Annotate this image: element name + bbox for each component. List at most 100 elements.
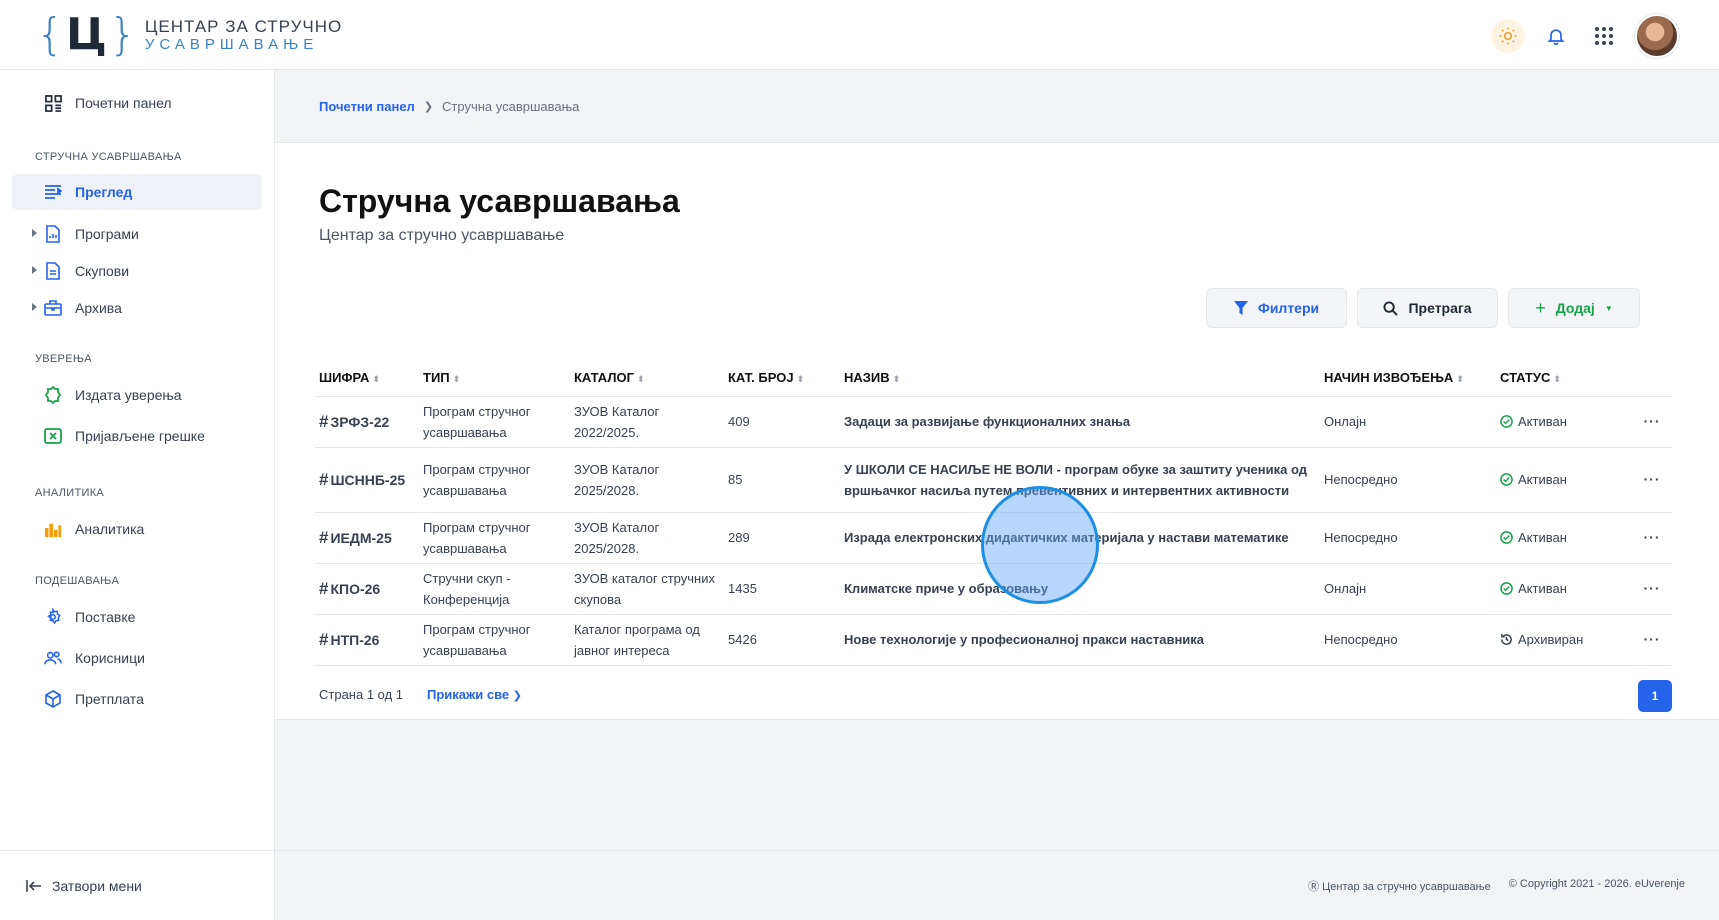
sort-icon: ⬍ xyxy=(1553,373,1561,384)
row-title-link[interactable]: У ШКОЛИ СЕ НАСИЉЕ НЕ ВОЛИ - програм обук… xyxy=(840,447,1320,513)
document-chart-icon xyxy=(44,225,62,243)
sidebar-item-issued-certificates[interactable]: Издата уверења xyxy=(12,377,262,413)
collapse-arrow-icon xyxy=(26,879,42,893)
column-header[interactable]: ШИФРА ⬍ xyxy=(315,359,419,397)
table-row[interactable]: # ЗРФЗ-22 Програм стручног усавршавања ЗУОВ… xyxy=(315,396,1672,448)
logo-line2: УСАВРШАВАЊЕ xyxy=(144,36,319,53)
registered-icon: Ⓡ xyxy=(1308,881,1320,893)
row-status: Архивиран xyxy=(1496,614,1632,666)
table-row[interactable]: # НТП-26 Програм стручног усавршавања Катал… xyxy=(315,614,1672,666)
sidebar-item-analytics[interactable]: Аналитика xyxy=(12,511,262,547)
avatar[interactable] xyxy=(1635,14,1679,58)
column-header[interactable]: КАТ. БРОЈ ⬍ xyxy=(724,359,840,397)
archive-box-icon xyxy=(44,299,62,317)
footer-org[interactable]: Ⓡ Центар за стручно усавршавање xyxy=(1308,878,1491,894)
column-header[interactable]: КАТАЛОГ ⬍ xyxy=(570,359,724,397)
row-title-link[interactable]: Нове технологије у професионалној пракси… xyxy=(840,614,1320,666)
row-code: # ЗРФЗ-22 xyxy=(315,396,419,448)
row-type: Програм стручног усавршавања xyxy=(419,396,570,448)
row-code: # ИЕДМ-25 xyxy=(315,512,419,564)
row-actions-menu-icon[interactable]: ··· xyxy=(1632,447,1672,513)
page-title: Стручна усавршавања xyxy=(319,183,680,219)
row-actions-menu-icon[interactable]: ··· xyxy=(1632,614,1672,666)
users-icon xyxy=(44,649,62,667)
table-row[interactable]: # ИЕДМ-25 Програм стручног усавршавања ЗУОВ… xyxy=(315,512,1672,564)
filters-button[interactable]: Филтери xyxy=(1206,288,1347,328)
row-title-link[interactable]: Израда електронских дидактичких материја… xyxy=(840,512,1320,564)
row-code: # КПО-26 xyxy=(315,563,419,615)
error-report-icon xyxy=(44,427,62,445)
add-button[interactable]: + Додај ▼ xyxy=(1508,288,1640,328)
column-header[interactable]: НАЧИН ИЗВОЂЕЊА ⬍ xyxy=(1320,359,1496,397)
main-content: Стручна усавршавања Центар за стручно ус… xyxy=(275,143,1719,720)
row-catalog-number: 85 xyxy=(724,447,840,513)
dashboard-icon xyxy=(44,94,62,112)
row-status: Активан xyxy=(1496,512,1632,564)
column-header[interactable]: СТАТУС ⬍ xyxy=(1496,359,1632,397)
sidebar-item-programs[interactable]: Програми xyxy=(12,216,262,252)
show-all-link[interactable]: Прикажи све ❯ xyxy=(427,687,522,702)
plus-icon: + xyxy=(1535,297,1546,318)
sidebar-item-dashboard[interactable]: Почетни панел xyxy=(12,85,262,121)
top-bar: {Ц} ЦЕНТАР ЗА СТРУЧНО УСАВРШАВАЊЕ xyxy=(0,0,1719,70)
row-catalog-number: 289 xyxy=(724,512,840,564)
sidebar-item-subscription[interactable]: Претплата xyxy=(12,681,262,717)
expand-caret-icon[interactable] xyxy=(32,303,37,311)
row-mode: Онлајн xyxy=(1320,396,1496,448)
section-title: СТРУЧНА УСАВРШАВАЊА xyxy=(35,151,182,163)
expand-caret-icon[interactable] xyxy=(32,229,37,237)
row-catalog: ЗУОВ Каталог 2022/2025. xyxy=(570,396,724,448)
row-catalog: ЗУОВ Каталог 2025/2028. xyxy=(570,512,724,564)
row-mode: Непосредно xyxy=(1320,614,1496,666)
row-type: Програм стручног усавршавања xyxy=(419,512,570,564)
bell-icon[interactable] xyxy=(1539,19,1573,53)
package-icon xyxy=(44,690,62,708)
row-catalog: ЗУОВ Каталог 2025/2028. xyxy=(570,447,724,513)
sidebar-item-overview[interactable]: Преглед xyxy=(12,174,262,210)
chevron-right-icon: ❯ xyxy=(423,100,434,113)
sidebar-item-settings[interactable]: Поставке xyxy=(12,599,262,635)
sidebar-item-users[interactable]: Корисници xyxy=(12,640,262,676)
row-catalog-number: 1435 xyxy=(724,563,840,615)
filter-icon xyxy=(1233,301,1248,315)
column-header[interactable]: ТИП ⬍ xyxy=(419,359,570,397)
row-title-link[interactable]: Климатске приче у образовању xyxy=(840,563,1320,615)
sort-icon: ⬍ xyxy=(372,373,380,384)
sidebar: Почетни панел СТРУЧНА УСАВРШАВАЊА Прегле… xyxy=(0,70,275,920)
sidebar-item-gatherings[interactable]: Скупови xyxy=(12,253,262,289)
check-circle-icon xyxy=(1500,531,1513,544)
close-menu-button[interactable]: Затвори мени xyxy=(0,850,275,920)
row-status: Активан xyxy=(1496,447,1632,513)
logo-mark: {Ц} xyxy=(36,9,137,60)
page-1-button[interactable]: 1 xyxy=(1638,680,1672,712)
search-icon xyxy=(1383,300,1399,316)
toolbar: Филтери Претрага + Додај ▼ xyxy=(1206,288,1640,328)
breadcrumb-home[interactable]: Почетни панел xyxy=(319,99,415,114)
row-actions-menu-icon[interactable]: ··· xyxy=(1632,563,1672,615)
gear-icon xyxy=(44,608,62,626)
row-status: Активан xyxy=(1496,396,1632,448)
logo-line1: ЦЕНТАР ЗА СТРУЧНО xyxy=(144,17,343,36)
row-mode: Непосредно xyxy=(1320,512,1496,564)
logo[interactable]: {Ц} ЦЕНТАР ЗА СТРУЧНО УСАВРШАВАЊЕ xyxy=(36,10,342,60)
sidebar-item-archive[interactable]: Архива xyxy=(12,290,262,326)
pagination-info: Страна 1 од 1 xyxy=(319,687,404,702)
table-row[interactable]: # ШСННБ-25 Програм стручног усавршавања ЗУО… xyxy=(315,447,1672,513)
footer: Ⓡ Центар за стручно усавршавање © Copyri… xyxy=(275,850,1719,920)
table-header-row: ШИФРА ⬍ ТИП ⬍ КАТАЛОГ ⬍ КАТ. БРОЈ ⬍ НАЗИВ ⬍ НАЧИН … xyxy=(315,359,1672,397)
page-subtitle: Центар за стручно усавршавање xyxy=(319,227,565,244)
column-header[interactable]: НАЗИВ ⬍ xyxy=(840,359,1320,397)
row-title-link[interactable]: Задаци за развијање функционалних знања xyxy=(840,396,1320,448)
sidebar-item-reported-errors[interactable]: Пријављене грешке xyxy=(12,418,262,454)
row-type: Стручни скуп - Конференција xyxy=(419,563,570,615)
search-button[interactable]: Претрага xyxy=(1357,288,1498,328)
sun-icon[interactable] xyxy=(1491,19,1525,53)
row-actions-menu-icon[interactable]: ··· xyxy=(1632,512,1672,564)
table-row[interactable]: # КПО-26 Стручни скуп - Конференција ЗУОВ к… xyxy=(315,563,1672,615)
apps-grid-icon[interactable] xyxy=(1587,19,1621,53)
section-title: УВЕРЕЊА xyxy=(35,353,92,365)
expand-caret-icon[interactable] xyxy=(32,266,37,274)
row-mode: Онлајн xyxy=(1320,563,1496,615)
row-actions-menu-icon[interactable]: ··· xyxy=(1632,396,1672,448)
row-code: # НТП-26 xyxy=(315,614,419,666)
